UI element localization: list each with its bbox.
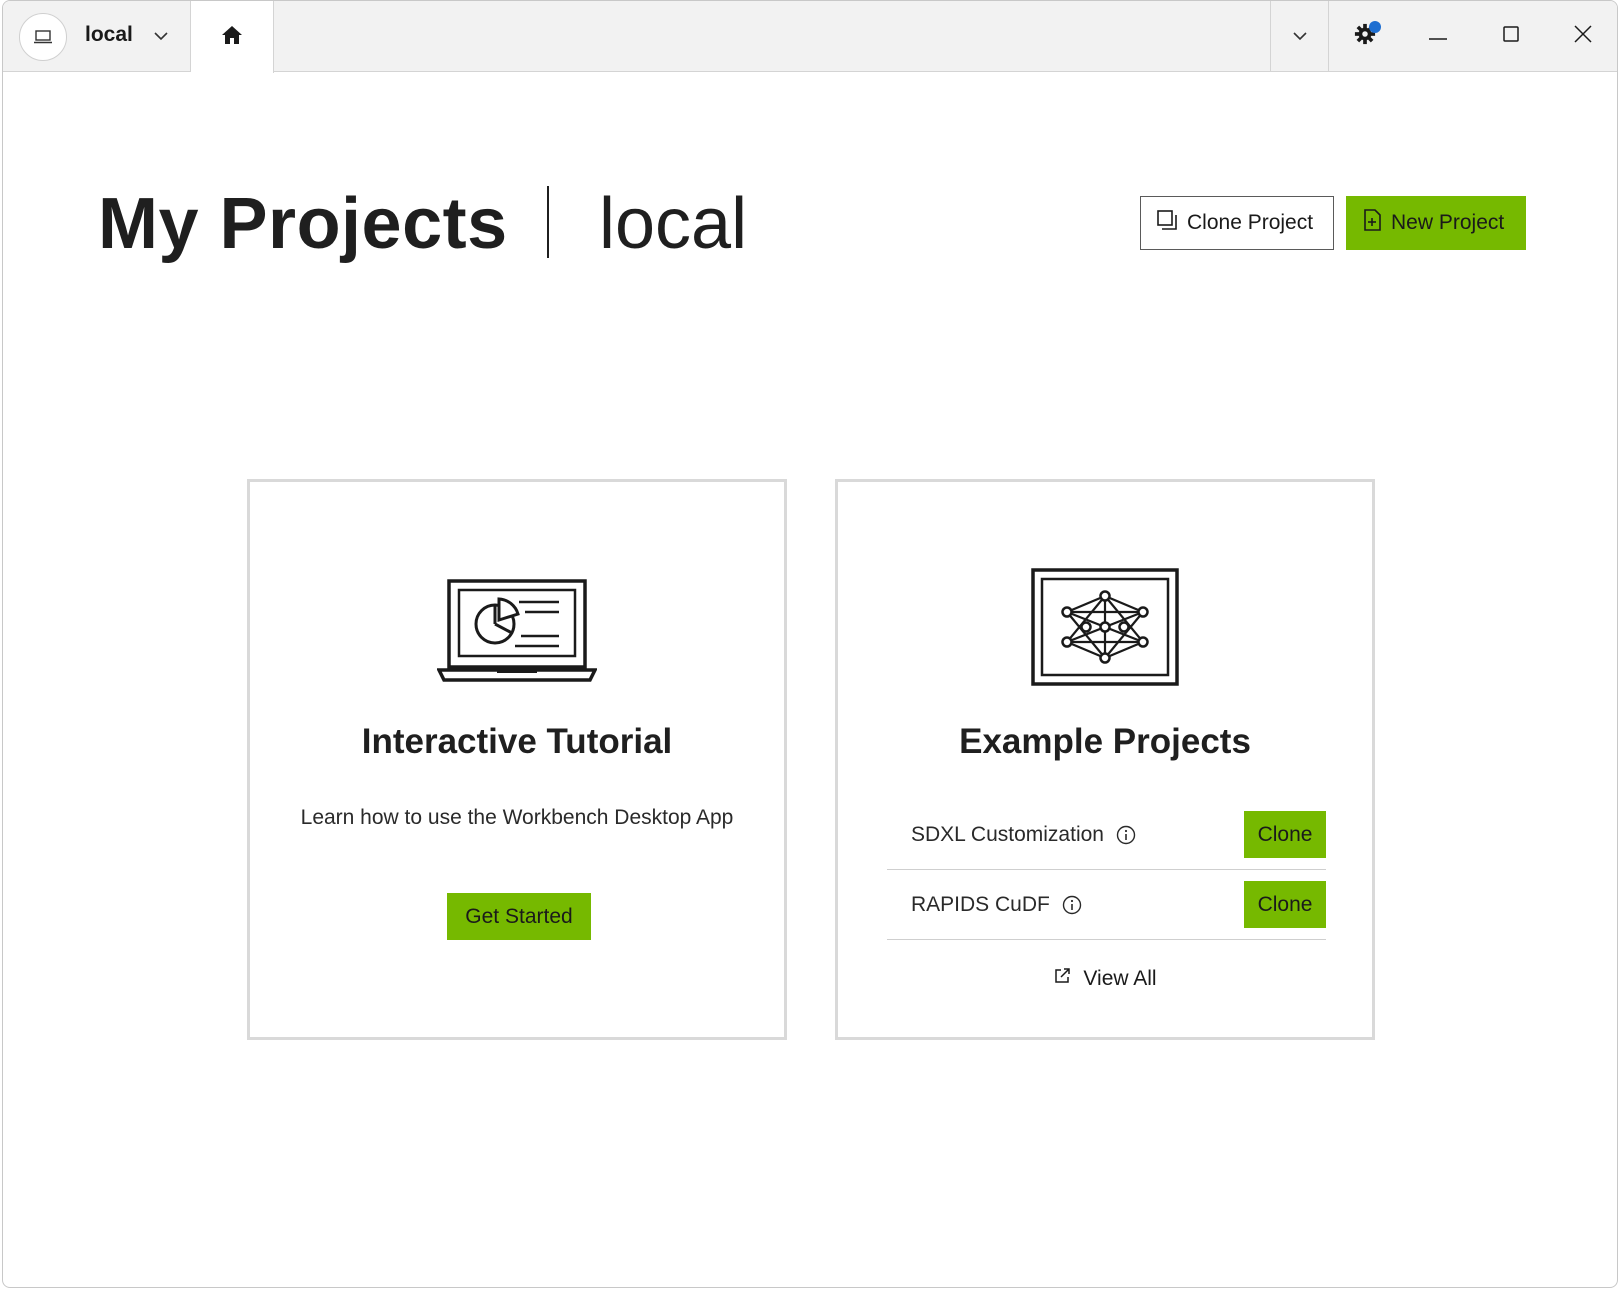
example-project-name: RAPIDS CuDF — [911, 892, 1050, 916]
example-projects-list: SDXL Customization Clone RAPIDS CuDF Clo… — [887, 800, 1326, 940]
context-switcher[interactable]: local — [3, 1, 191, 72]
clone-button[interactable]: Clone — [1244, 811, 1326, 858]
app-window: local My Projects local Clone Project Ne… — [2, 0, 1618, 1288]
clone-button[interactable]: Clone — [1244, 881, 1326, 928]
list-item: RAPIDS CuDF Clone — [887, 870, 1326, 940]
list-item: SDXL Customization Clone — [887, 800, 1326, 870]
settings-button[interactable] — [1329, 1, 1401, 72]
neural-network-icon — [1031, 568, 1179, 691]
minimize-button[interactable] — [1401, 1, 1474, 72]
title-divider — [547, 186, 549, 258]
clone-project-label: Clone Project — [1187, 211, 1314, 234]
example-project-name: SDXL Customization — [911, 822, 1104, 846]
tutorial-title: Interactive Tutorial — [361, 722, 673, 761]
maximize-button[interactable] — [1474, 1, 1547, 72]
title-bar: local — [3, 1, 1617, 73]
view-all-link[interactable]: View All — [838, 967, 1372, 991]
info-icon[interactable] — [1116, 825, 1136, 845]
context-label: local — [85, 23, 133, 46]
example-projects-title: Example Projects — [959, 722, 1251, 761]
maximize-icon — [1502, 25, 1520, 48]
chevron-down-icon — [153, 28, 169, 46]
new-project-label: New Project — [1391, 211, 1505, 234]
minimize-icon — [1428, 28, 1448, 46]
clone-icon — [1156, 209, 1178, 237]
tab-home[interactable] — [191, 1, 274, 73]
external-link-icon — [1053, 967, 1071, 991]
laptop-chart-icon — [436, 578, 598, 687]
chevron-down-icon — [1292, 28, 1308, 46]
close-icon — [1574, 25, 1592, 48]
notification-dot — [1369, 21, 1381, 33]
tutorial-card: Interactive Tutorial Learn how to use th… — [247, 479, 787, 1040]
page-title: My Projects — [98, 184, 508, 264]
page-subtitle: local — [599, 184, 748, 264]
tutorial-description: Learn how to use the Workbench Desktop A… — [300, 806, 734, 829]
new-project-button[interactable]: New Project — [1346, 196, 1526, 250]
new-file-icon — [1363, 209, 1383, 237]
clone-project-button[interactable]: Clone Project — [1140, 196, 1334, 250]
laptop-icon — [19, 13, 67, 61]
close-button[interactable] — [1547, 1, 1617, 72]
example-projects-card: Example Projects SDXL Customization Clon… — [835, 479, 1375, 1040]
tabs-dropdown-button[interactable] — [1270, 1, 1329, 72]
view-all-label: View All — [1083, 967, 1157, 990]
info-icon[interactable] — [1062, 895, 1082, 915]
home-icon — [220, 24, 244, 51]
get-started-button[interactable]: Get Started — [447, 893, 591, 940]
